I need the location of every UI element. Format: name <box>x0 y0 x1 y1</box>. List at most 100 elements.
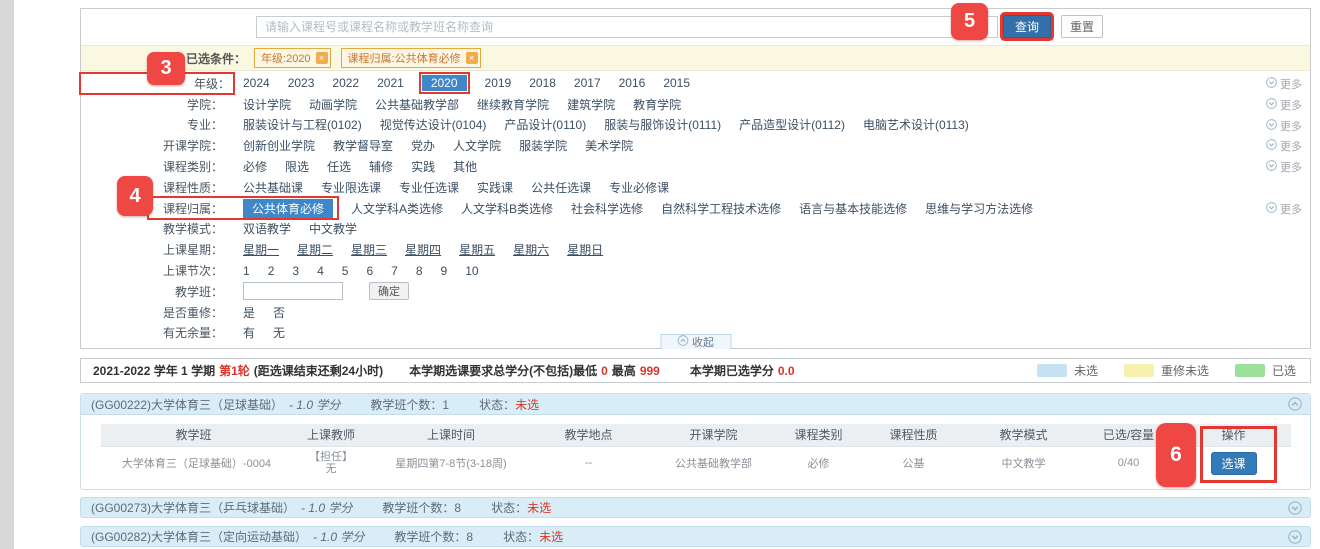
filter-option[interactable]: 2017 <box>574 76 601 90</box>
filter-option[interactable]: 1 <box>243 264 250 278</box>
collapse-toggle[interactable]: 收起 <box>660 334 731 349</box>
filter-option[interactable]: 必修 <box>243 158 267 175</box>
filter-option[interactable]: 思维与学习方法选修 <box>925 200 1033 217</box>
legend-label: 已选 <box>1272 362 1296 379</box>
filter-option[interactable]: 星期五 <box>459 241 495 258</box>
course-section-header[interactable]: (GG00273)大学体育三（乒乓球基础）- 1.0 学分教学班个数：8状态：未… <box>80 497 1311 518</box>
filter-option[interactable]: 人文学科B类选修 <box>461 200 553 217</box>
legend-swatch <box>1037 364 1067 377</box>
filter-option[interactable]: 继续教育学院 <box>477 96 549 113</box>
filter-option[interactable]: 任选 <box>327 158 351 175</box>
more-link[interactable]: 更多 <box>1266 159 1302 175</box>
more-label: 更多 <box>1280 97 1302 113</box>
course-section-header[interactable]: (GG00282)大学体育三（定向运动基础）- 1.0 学分教学班个数：8状态：… <box>80 526 1311 547</box>
teaching-class-input[interactable] <box>243 282 343 300</box>
filter-option[interactable]: 电脑艺术设计(0113) <box>863 116 969 133</box>
remove-tag-icon[interactable]: × <box>316 52 328 64</box>
filter-option[interactable]: 公共任选课 <box>531 179 591 196</box>
filter-option[interactable]: 7 <box>391 264 398 278</box>
filter-option[interactable]: 服装设计与工程(0102) <box>243 116 362 133</box>
filter-option[interactable]: 6 <box>366 264 373 278</box>
filter-option[interactable]: 2 <box>268 264 275 278</box>
filter-option[interactable]: 2022 <box>332 76 359 90</box>
filter-option[interactable]: 2019 <box>485 76 512 90</box>
filter-option[interactable]: 实践课 <box>477 179 513 196</box>
more-link[interactable]: 更多 <box>1266 97 1302 113</box>
filter-option[interactable]: 2018 <box>529 76 556 90</box>
course-status: 状态：未选 <box>503 528 563 545</box>
filter-option[interactable]: 专业任选课 <box>399 179 459 196</box>
filter-option[interactable]: 4 <box>317 264 324 278</box>
filter-option[interactable]: 中文教学 <box>309 220 357 237</box>
filter-option[interactable]: 其他 <box>453 158 477 175</box>
filter-option[interactable]: 服装与服饰设计(0111) <box>604 116 721 133</box>
filter-option[interactable]: 专业限选课 <box>321 179 381 196</box>
remove-tag-icon[interactable]: × <box>466 52 478 64</box>
filter-panel: 查询 重置 已选条件： 年级:2020×课程归属:公共体育必修× 年级：2024… <box>80 8 1311 349</box>
filter-option[interactable]: 2021 <box>377 76 404 90</box>
filter-option[interactable]: 语言与基本技能选修 <box>799 200 907 217</box>
filter-option[interactable]: 2016 <box>619 76 646 90</box>
filter-option[interactable]: 2020 <box>422 75 467 91</box>
filter-option[interactable]: 动画学院 <box>309 96 357 113</box>
course-section-header[interactable]: (GG00222)大学体育三（足球基础）- 1.0 学分教学班个数：1状态：未选 <box>81 394 1310 415</box>
filter-option[interactable]: 无 <box>273 324 285 341</box>
nature-cell: 公基 <box>861 446 966 480</box>
filter-option[interactable]: 视觉传达设计(0104) <box>380 116 487 133</box>
filter-option[interactable]: 10 <box>465 264 478 278</box>
more-link[interactable]: 更多 <box>1266 118 1302 134</box>
filter-option[interactable]: 党办 <box>411 137 435 154</box>
filter-option[interactable]: 专业必修课 <box>609 179 669 196</box>
section-expand-icon[interactable] <box>1288 501 1302 518</box>
filter-option[interactable]: 人文学科A类选修 <box>351 200 443 217</box>
filter-option[interactable]: 建筑学院 <box>567 96 615 113</box>
filter-option[interactable]: 公共基础课 <box>243 179 303 196</box>
filter-option[interactable]: 公共体育必修 <box>243 199 333 218</box>
filter-option[interactable]: 星期二 <box>297 241 333 258</box>
filter-option[interactable]: 实践 <box>411 158 435 175</box>
confirm-button[interactable]: 确定 <box>369 282 409 300</box>
filter-option[interactable]: 人文学院 <box>453 137 501 154</box>
filter-option[interactable]: 创新创业学院 <box>243 137 315 154</box>
filter-option[interactable]: 产品造型设计(0112) <box>739 116 845 133</box>
filter-option[interactable]: 双语教学 <box>243 220 291 237</box>
filter-option[interactable]: 限选 <box>285 158 309 175</box>
select-course-button[interactable]: 选课 <box>1211 452 1257 475</box>
query-button[interactable]: 查询 <box>1003 15 1051 38</box>
filter-option[interactable]: 公共基础教学部 <box>375 96 459 113</box>
filter-option[interactable]: 美术学院 <box>585 137 633 154</box>
filter-option[interactable]: 否 <box>273 304 285 321</box>
filter-option[interactable]: 有 <box>243 324 255 341</box>
filter-option[interactable]: 是 <box>243 304 255 321</box>
filter-option[interactable]: 辅修 <box>369 158 393 175</box>
more-link[interactable]: 更多 <box>1266 76 1302 92</box>
status-bar: 2021-2022 学年 1 学期 第1轮 (距选课结束还剩24小时) 本学期选… <box>80 358 1311 383</box>
filter-option[interactable]: 星期六 <box>513 241 549 258</box>
filter-option[interactable]: 教育学院 <box>633 96 681 113</box>
filter-option[interactable]: 星期一 <box>243 241 279 258</box>
reset-button[interactable]: 重置 <box>1061 15 1103 38</box>
filter-option[interactable]: 2024 <box>243 76 270 90</box>
filter-option[interactable]: 2023 <box>288 76 315 90</box>
more-link[interactable]: 更多 <box>1266 201 1302 217</box>
filter-option[interactable]: 星期四 <box>405 241 441 258</box>
filter-option[interactable]: 星期三 <box>351 241 387 258</box>
more-link[interactable]: 更多 <box>1266 138 1302 154</box>
section-expand-icon[interactable] <box>1288 530 1302 547</box>
filter-option[interactable]: 设计学院 <box>243 96 291 113</box>
class-name-link[interactable]: 大学体育三（足球基础）-0004 <box>101 446 286 480</box>
filter-option[interactable]: 5 <box>342 264 349 278</box>
filter-option[interactable]: 8 <box>416 264 423 278</box>
filter-option[interactable]: 自然科学工程技术选修 <box>661 200 781 217</box>
filter-option[interactable]: 教学督导室 <box>333 137 393 154</box>
search-input[interactable] <box>256 16 998 38</box>
filter-option[interactable]: 2015 <box>663 76 690 90</box>
class-count: 教学班个数：1 <box>370 396 449 413</box>
filter-option[interactable]: 社会科学选修 <box>571 200 643 217</box>
filter-option[interactable]: 产品设计(0110) <box>504 116 586 133</box>
filter-option[interactable]: 9 <box>441 264 448 278</box>
filter-option[interactable]: 服装学院 <box>519 137 567 154</box>
filter-option[interactable]: 星期日 <box>567 241 603 258</box>
filter-option[interactable]: 3 <box>292 264 299 278</box>
section-collapse-icon[interactable] <box>1288 397 1302 414</box>
